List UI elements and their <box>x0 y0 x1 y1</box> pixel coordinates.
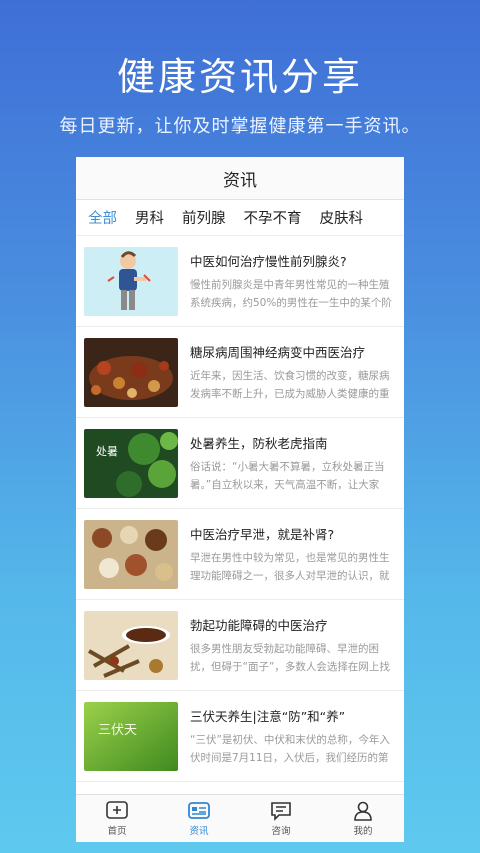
nav-consult[interactable]: 咨询 <box>240 795 322 842</box>
article-summary: 慢性前列腺炎是中青年男性常见的一种生殖系统疾病，约50%的男性在一生中的某个阶段 <box>190 278 392 309</box>
category-tabs: 全部 男科 前列腺 不孕不育 皮肤科 <box>76 200 404 236</box>
page-title: 资讯 <box>223 170 257 191</box>
article-summary: “三伏”是初伏、中伏和末伏的总称，今年入伏时间是7月11日，入伏后，我们经历的第 <box>190 733 390 764</box>
news-icon <box>188 801 210 819</box>
article-item[interactable]: 中医治疗早泄，就是补肾? 早泄在男性中较为常见，也是常见的男性生理功能障碍之一，… <box>76 509 404 600</box>
article-thumbnail: 处暑 <box>84 428 178 498</box>
article-title: 勃起功能障碍的中医治疗 <box>190 617 328 633</box>
article-thumbnail <box>84 337 178 407</box>
article-summary: 很多男性朋友受勃起功能障碍、早泄的困扰，但碍于“面子”，多数人会选择在网上找 <box>190 642 390 673</box>
article-title: 糖尿病周围神经病变中西医治疗 <box>190 344 366 360</box>
article-item[interactable]: 糖尿病周围神经病变中西医治疗 近年来，因生活、饮食习惯的改变，糖尿病发病率不断上… <box>76 327 404 418</box>
tab-prostate[interactable]: 前列腺 <box>182 207 226 228</box>
article-thumbnail <box>84 246 178 316</box>
article-item[interactable]: 中医如何治疗慢性前列腺炎? 慢性前列腺炎是中青年男性常见的一种生殖系统疾病，约5… <box>76 236 404 327</box>
hero-subtitle: 每日更新，让你及时掌握健康第一手资讯。 <box>59 116 421 137</box>
article-thumbnail <box>84 519 178 589</box>
nav-label: 资讯 <box>189 825 209 837</box>
bottom-nav: 首页 资讯 咨询 我的 <box>76 794 404 842</box>
article-summary: 俗话说：“小暑大暑不算暑，立秋处暑正当暑。”自立秋以来，天气高温不断，让大家 <box>190 460 385 491</box>
tab-infertility[interactable]: 不孕不育 <box>244 207 302 228</box>
article-title: 处暑养生，防秋老虎指南 <box>190 435 328 451</box>
hero-title: 健康资讯分享 <box>116 55 363 99</box>
nav-label: 咨询 <box>271 825 291 837</box>
article-summary: 早泄在男性中较为常见，也是常见的男性生理功能障碍之一，很多人对早泄的认识，就 <box>190 551 390 582</box>
thumbnail-caption: 三伏天 <box>98 723 137 738</box>
article-item[interactable]: 处暑 处暑养生，防秋老虎指南 俗话说：“小暑大暑不算暑，立秋处暑正当暑。”自立秋… <box>76 418 404 509</box>
app-bar: 资讯 <box>76 157 404 200</box>
article-item[interactable]: 勃起功能障碍的中医治疗 很多男性朋友受勃起功能障碍、早泄的困扰，但碍于“面子”，… <box>76 600 404 691</box>
article-title: 中医治疗早泄，就是补肾? <box>190 526 335 542</box>
article-summary: 近年来，因生活、饮食习惯的改变，糖尿病发病率不断上升，已成为威胁人类健康的重 <box>190 369 390 400</box>
user-icon <box>354 801 372 821</box>
tab-dermatology[interactable]: 皮肤科 <box>320 207 364 228</box>
article-item[interactable]: 三伏天 三伏天养生|注意“防”和“养” “三伏”是初伏、中伏和末伏的总称，今年入… <box>76 691 404 782</box>
article-thumbnail <box>84 610 178 680</box>
article-item[interactable] <box>76 782 404 792</box>
nav-label: 我的 <box>353 825 373 837</box>
tab-andrology[interactable]: 男科 <box>135 207 164 228</box>
chat-icon <box>271 801 291 821</box>
home-plus-icon <box>106 800 128 819</box>
nav-news[interactable]: 资讯 <box>158 795 240 842</box>
thumbnail-caption: 处暑 <box>96 445 118 458</box>
phone-screen: 资讯 全部 男科 前列腺 不孕不育 皮肤科 中医如何治疗慢性前列腺炎? 慢性前列… <box>76 157 404 842</box>
article-thumbnail: 三伏天 <box>84 701 178 771</box>
nav-label: 首页 <box>107 825 127 837</box>
article-list: 中医如何治疗慢性前列腺炎? 慢性前列腺炎是中青年男性常见的一种生殖系统疾病，约5… <box>76 236 404 792</box>
article-title: 中医如何治疗慢性前列腺炎? <box>190 253 347 269</box>
article-title: 三伏天养生|注意“防”和“养” <box>190 708 346 724</box>
tab-all[interactable]: 全部 <box>76 207 117 228</box>
nav-home[interactable]: 首页 <box>76 795 158 842</box>
nav-profile[interactable]: 我的 <box>322 795 404 842</box>
